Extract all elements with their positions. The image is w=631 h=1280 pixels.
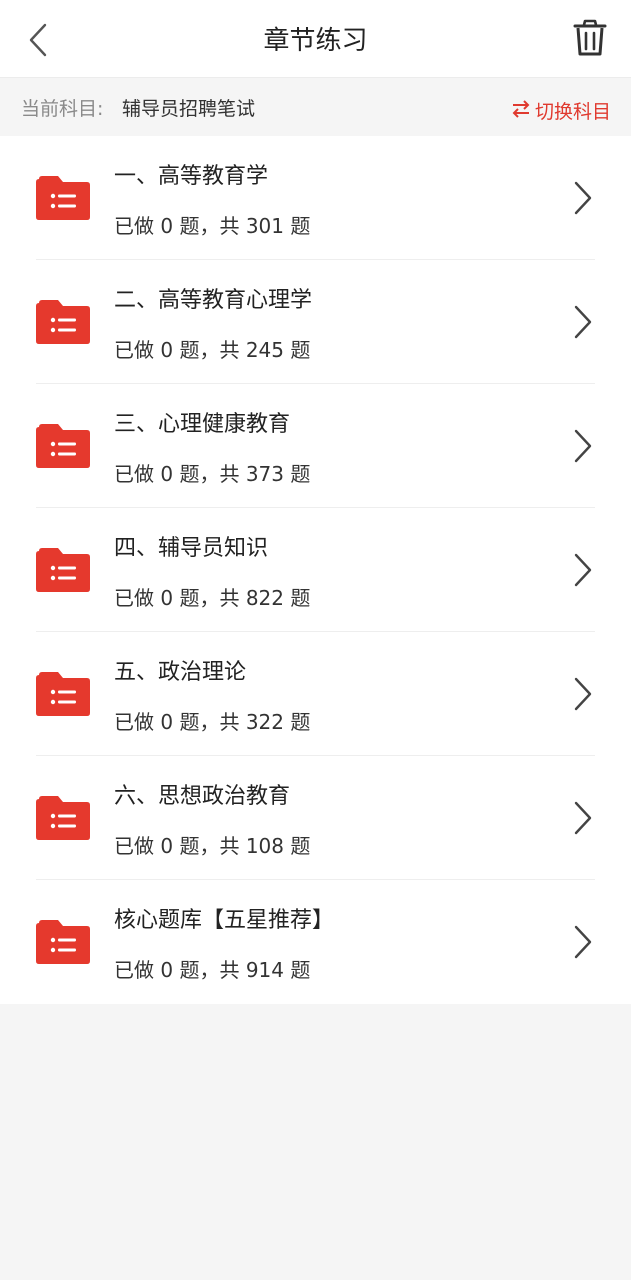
total-count: 108 <box>245 834 284 858</box>
page-title: 章节练习 <box>263 26 368 56</box>
chapter-progress: 已做 0 题，共 301 题 <box>114 212 310 240</box>
done-count: 0 <box>160 834 174 858</box>
done-prefix: 已做 <box>114 338 161 362</box>
chevron-right-icon <box>574 553 592 587</box>
chapter-title: 五、政治理论 <box>114 660 247 685</box>
chevron-right-icon <box>574 181 592 215</box>
current-subject-label: 当前科目: <box>21 98 104 120</box>
total-suffix: 题 <box>284 834 311 858</box>
chapter-title: 一、高等教育学 <box>114 164 269 189</box>
total-count: 373 <box>245 462 284 486</box>
list-folder-icon <box>36 548 90 592</box>
total-count: 914 <box>245 958 284 982</box>
total-suffix: 题 <box>284 338 311 362</box>
chapter-progress: 已做 0 题，共 245 题 <box>114 336 310 364</box>
swap-arrows-icon <box>512 100 530 118</box>
done-suffix: 题，共 <box>173 586 246 610</box>
done-suffix: 题，共 <box>173 710 246 734</box>
done-suffix: 题，共 <box>173 958 246 982</box>
chevron-right-icon <box>574 305 592 339</box>
chapter-title: 六、思想政治教育 <box>114 784 291 809</box>
chapter-list: 一、高等教育学 已做 0 题，共 301 题 二、高等教育心理学 已做 0 题，… <box>0 136 631 1004</box>
total-suffix: 题 <box>284 958 311 982</box>
done-count: 0 <box>160 338 174 362</box>
chapter-item[interactable]: 三、心理健康教育 已做 0 题，共 373 题 <box>0 384 631 508</box>
chapter-progress: 已做 0 题，共 822 题 <box>114 584 310 612</box>
chapter-title: 核心题库【五星推荐】 <box>114 908 335 933</box>
list-folder-icon <box>36 176 90 220</box>
chapter-progress: 已做 0 题，共 108 题 <box>114 832 310 860</box>
list-folder-icon <box>36 424 90 468</box>
current-subject-value: 辅导员招聘笔试 <box>122 98 256 120</box>
total-suffix: 题 <box>284 214 311 238</box>
done-prefix: 已做 <box>114 462 161 486</box>
total-count: 322 <box>245 710 284 734</box>
done-suffix: 题，共 <box>173 214 246 238</box>
chapter-title: 四、辅导员知识 <box>114 536 269 561</box>
done-prefix: 已做 <box>114 214 161 238</box>
total-suffix: 题 <box>284 710 311 734</box>
chevron-right-icon <box>574 801 592 835</box>
list-folder-icon <box>36 920 90 964</box>
done-suffix: 题，共 <box>173 462 246 486</box>
total-count: 245 <box>245 338 284 362</box>
chevron-right-icon <box>574 677 592 711</box>
chapter-item[interactable]: 六、思想政治教育 已做 0 题，共 108 题 <box>0 756 631 880</box>
total-count: 301 <box>245 214 284 238</box>
done-suffix: 题，共 <box>173 834 246 858</box>
total-suffix: 题 <box>284 586 311 610</box>
chapter-progress: 已做 0 题，共 914 题 <box>114 956 310 984</box>
done-suffix: 题，共 <box>173 338 246 362</box>
total-count: 822 <box>245 586 284 610</box>
chevron-right-icon <box>574 925 592 959</box>
chapter-progress: 已做 0 题，共 373 题 <box>114 460 310 488</box>
done-prefix: 已做 <box>114 834 161 858</box>
done-prefix: 已做 <box>114 710 161 734</box>
chapter-item[interactable]: 四、辅导员知识 已做 0 题，共 822 题 <box>0 508 631 632</box>
chapter-progress: 已做 0 题，共 322 题 <box>114 708 310 736</box>
done-prefix: 已做 <box>114 586 161 610</box>
done-count: 0 <box>160 710 174 734</box>
chapter-title: 二、高等教育心理学 <box>114 288 313 313</box>
chapter-title: 三、心理健康教育 <box>114 412 291 437</box>
list-folder-icon <box>36 796 90 840</box>
switch-subject-button[interactable]: 切换科目 <box>511 78 611 136</box>
list-folder-icon <box>36 672 90 716</box>
trash-icon <box>573 19 607 56</box>
list-folder-icon <box>36 300 90 344</box>
total-suffix: 题 <box>284 462 311 486</box>
done-count: 0 <box>160 462 174 486</box>
chapter-item[interactable]: 核心题库【五星推荐】 已做 0 题，共 914 题 <box>0 880 631 1004</box>
delete-button[interactable] <box>567 14 613 62</box>
app-header: 章节练习 <box>0 0 631 78</box>
chapter-item[interactable]: 二、高等教育心理学 已做 0 题，共 245 题 <box>0 260 631 384</box>
done-count: 0 <box>160 214 174 238</box>
chevron-right-icon <box>574 429 592 463</box>
current-subject-bar: 当前科目: 辅导员招聘笔试 切换科目 <box>0 78 631 136</box>
done-count: 0 <box>160 586 174 610</box>
switch-subject-label: 切换科目 <box>534 100 611 123</box>
chapter-item[interactable]: 五、政治理论 已做 0 题，共 322 题 <box>0 632 631 756</box>
done-prefix: 已做 <box>114 958 161 982</box>
chapter-item[interactable]: 一、高等教育学 已做 0 题，共 301 题 <box>0 136 631 260</box>
done-count: 0 <box>160 958 174 982</box>
